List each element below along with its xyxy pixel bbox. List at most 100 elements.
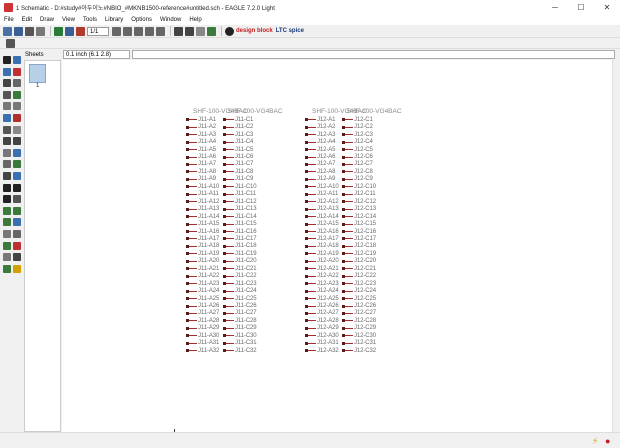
redo-icon[interactable] <box>185 26 194 36</box>
pin-j12-c22[interactable]: J12-C22 <box>342 272 376 280</box>
pin-j12-c14[interactable]: J12-C14 <box>342 213 376 221</box>
attribute-icon[interactable] <box>13 230 21 238</box>
errors-icon[interactable] <box>13 241 21 250</box>
pin-j12-a6[interactable]: J12-A6 <box>305 153 336 161</box>
pin-j12-c16[interactable]: J12-C16 <box>342 228 376 236</box>
board-icon[interactable] <box>54 26 63 36</box>
pin-j11-c2[interactable]: J11-C2 <box>223 123 253 131</box>
junction-icon[interactable] <box>3 230 11 238</box>
pin-j11-a3[interactable]: J11-A3 <box>186 131 216 139</box>
command-input[interactable] <box>132 50 615 59</box>
name-icon[interactable] <box>13 125 21 134</box>
pin-j12-a28[interactable]: J12-A28 <box>305 317 339 325</box>
frame-icon[interactable] <box>3 253 11 262</box>
pin-j11-a31[interactable]: J11-A31 <box>186 340 219 348</box>
pin-j11-c31[interactable]: J11-C31 <box>223 340 257 348</box>
pin-j12-a18[interactable]: J12-A18 <box>305 243 339 251</box>
invoke-icon[interactable] <box>3 160 11 169</box>
pin-j11-a19[interactable]: J11-A19 <box>186 250 219 258</box>
pin-j12-a11[interactable]: J12-A11 <box>305 191 338 199</box>
circle-icon[interactable] <box>3 195 11 204</box>
pin-j11-c30[interactable]: J11-C30 <box>223 332 257 340</box>
ltspice-logo[interactable]: LTC spice <box>276 28 304 34</box>
pin-j11-c21[interactable]: J11-C21 <box>223 265 257 273</box>
eye-icon[interactable] <box>13 56 21 64</box>
pin-j11-c26[interactable]: J11-C26 <box>223 302 257 310</box>
pin-j11-a21[interactable]: J11-A21 <box>186 265 219 273</box>
paste-icon[interactable] <box>13 114 21 122</box>
pin-j11-c10[interactable]: J11-C10 <box>223 183 257 191</box>
pin-j12-c19[interactable]: J12-C19 <box>342 250 376 258</box>
pin-j11-c12[interactable]: J11-C12 <box>223 198 257 206</box>
pin-j12-a12[interactable]: J12-A12 <box>305 198 339 206</box>
pin-j11-a2[interactable]: J11-A2 <box>186 123 216 131</box>
pin-j11-a18[interactable]: J11-A18 <box>186 243 219 251</box>
pin-j11-a6[interactable]: J11-A6 <box>186 153 216 161</box>
pin-j11-a13[interactable]: J11-A13 <box>186 205 219 213</box>
info-icon[interactable] <box>3 56 11 64</box>
miter-icon[interactable] <box>3 172 11 180</box>
menu-file[interactable]: File <box>4 17 14 23</box>
pin-j11-c28[interactable]: J11-C28 <box>223 317 257 325</box>
pin-j11-a15[interactable]: J11-A15 <box>186 220 219 228</box>
close-button[interactable]: ✕ <box>594 0 620 14</box>
pin-j12-c10[interactable]: J12-C10 <box>342 183 376 191</box>
pin-j11-a11[interactable]: J11-A11 <box>186 191 219 199</box>
pin-j12-c32[interactable]: J12-C32 <box>342 347 376 355</box>
pin-j12-c7[interactable]: J12-C7 <box>342 161 373 169</box>
move-icon[interactable] <box>3 79 11 88</box>
pin-j11-c16[interactable]: J11-C16 <box>223 228 257 236</box>
check-icon[interactable] <box>3 264 11 273</box>
pin-j11-a16[interactable]: J11-A16 <box>186 228 219 236</box>
pin-j11-c24[interactable]: J11-C24 <box>223 287 257 295</box>
pin-j11-c6[interactable]: J11-C6 <box>223 153 253 161</box>
pin-j12-a27[interactable]: J12-A27 <box>305 310 339 318</box>
pin-j12-c5[interactable]: J12-C5 <box>342 146 373 154</box>
pin-j12-c28[interactable]: J12-C28 <box>342 317 376 325</box>
pin-icon[interactable] <box>13 148 21 157</box>
pin-j12-c31[interactable]: J12-C31 <box>342 340 376 348</box>
pin-j11-a26[interactable]: J11-A26 <box>186 302 219 310</box>
pin-j12-c11[interactable]: J12-C11 <box>342 191 376 199</box>
undo-icon[interactable] <box>174 26 183 36</box>
pin-j11-a23[interactable]: J11-A23 <box>186 280 219 288</box>
maximize-button[interactable]: ☐ <box>568 0 594 14</box>
pin-j12-c18[interactable]: J12-C18 <box>342 243 376 251</box>
pin-j11-a22[interactable]: J11-A22 <box>186 272 219 280</box>
pin-j11-a30[interactable]: J11-A30 <box>186 332 219 340</box>
pin-j12-a26[interactable]: J12-A26 <box>305 302 339 310</box>
pin-j12-c3[interactable]: J12-C3 <box>342 131 373 139</box>
dimension-icon[interactable] <box>13 253 21 262</box>
pin-j12-a14[interactable]: J12-A14 <box>305 213 339 221</box>
minimize-button[interactable]: ─ <box>542 0 568 14</box>
value-icon[interactable] <box>3 137 11 146</box>
pin-j12-a8[interactable]: J12-A8 <box>305 168 336 176</box>
pin-j12-c27[interactable]: J12-C27 <box>342 310 376 318</box>
menu-edit[interactable]: Edit <box>22 17 32 23</box>
pin-j12-a2[interactable]: J12-A2 <box>305 123 336 131</box>
add-icon[interactable] <box>3 125 11 134</box>
text-icon[interactable] <box>13 183 21 192</box>
vertical-scrollbar[interactable] <box>612 60 620 432</box>
pin-j12-a22[interactable]: J12-A22 <box>305 272 339 280</box>
stop-icon[interactable] <box>196 26 205 36</box>
pin-j11-a9[interactable]: J11-A9 <box>186 176 216 184</box>
pin-j12-a15[interactable]: J12-A15 <box>305 220 339 228</box>
help-icon[interactable] <box>225 26 234 36</box>
pin-j12-a19[interactable]: J12-A19 <box>305 250 339 258</box>
pin-j12-c15[interactable]: J12-C15 <box>342 220 376 228</box>
warning-icon[interactable] <box>13 264 21 273</box>
pin-j11-c23[interactable]: J11-C23 <box>223 280 257 288</box>
pin-j11-a29[interactable]: J11-A29 <box>186 325 219 333</box>
zoom-in-icon[interactable] <box>123 26 132 36</box>
pin-j12-a16[interactable]: J12-A16 <box>305 228 339 236</box>
pin-j11-c14[interactable]: J11-C14 <box>223 213 257 221</box>
pin-j11-a4[interactable]: J11-A4 <box>186 138 216 146</box>
pin-j11-a24[interactable]: J11-A24 <box>186 287 219 295</box>
pin-j12-c1[interactable]: J12-C1 <box>342 116 373 124</box>
menu-tools[interactable]: Tools <box>83 17 97 23</box>
pin-j12-a25[interactable]: J12-A25 <box>305 295 339 303</box>
pin-j12-a7[interactable]: J12-A7 <box>305 161 336 169</box>
pin-j12-c21[interactable]: J12-C21 <box>342 265 376 273</box>
zoom-out-icon[interactable] <box>134 26 143 36</box>
